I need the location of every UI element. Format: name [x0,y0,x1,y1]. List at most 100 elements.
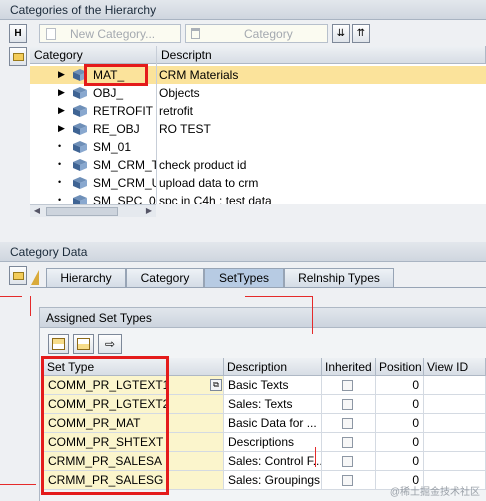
expand-arrow-icon[interactable]: ▶ [58,123,65,134]
annotation-line [315,447,316,467]
table-row[interactable]: COMM_PR_LGTEXT2 Sales: Texts 0 [44,395,486,414]
tree-category-code: SM_CRM_TE [93,158,156,172]
annotation-line [0,296,22,297]
position-column-header[interactable]: Position [376,358,424,376]
view-id-cell[interactable] [424,452,486,471]
tree-category-code: RE_OBJ [93,122,140,136]
position-cell[interactable]: 0 [376,433,424,452]
tab-settypes[interactable]: SetTypes [204,268,284,287]
tree-row-re-obj[interactable]: ▶ RE_OBJ RO TEST [30,120,486,138]
set-type-cell[interactable]: COMM_PR_SHTEXT [44,433,224,452]
category-node-icon [73,87,87,99]
assign-set-type-button[interactable] [48,334,69,354]
category-data-title: Category Data [0,242,486,262]
navigate-button[interactable]: ⇨ [98,334,122,354]
tree-horizontal-scrollbar[interactable]: ◀ ▶ [30,204,156,217]
inherited-checkbox[interactable] [342,399,353,410]
column-divider[interactable] [156,46,157,204]
scroll-right-icon[interactable]: ▶ [143,205,155,217]
tree-category-description: Objects [159,86,200,100]
new-category-button[interactable]: New Category... [39,24,181,43]
annotation-line [245,296,312,297]
scroll-left-icon[interactable]: ◀ [31,205,43,217]
tree-category-description: retrofit [159,104,194,118]
table-row[interactable]: COMM_PR_SHTEXT Descriptions 0 [44,433,486,452]
set-type-cell[interactable]: COMM_PR_MAT [44,414,224,433]
description-cell: Sales: Texts [224,395,322,414]
inherited-cell [322,376,376,395]
annotation-line [0,484,36,485]
tree-row-sm-spc[interactable]: • SM_SPC_00 spc in C4h : test data [30,192,486,204]
collapse-all-button[interactable]: ⇈ [352,24,370,43]
inherited-cell [322,433,376,452]
expand-arrow-icon[interactable]: ▶ [58,105,65,116]
tree-row-sm-crm-te[interactable]: • SM_CRM_TE check product id [30,156,486,174]
table-row[interactable]: CRMM_PR_SALESA Sales: Control F... 0 [44,452,486,471]
category-field-label: Category [244,26,293,41]
inherited-checkbox[interactable] [342,437,353,448]
tree-row-obj[interactable]: ▶ OBJ_ Objects [30,84,486,102]
description-column-header[interactable]: Descriptn [157,46,486,64]
tab-category[interactable]: Category [126,268,204,287]
category-node-icon [73,123,87,135]
tree-row-retrofit[interactable]: ▶ RETROFIT retrofit [30,102,486,120]
set-type-cell[interactable]: COMM_PR_LGTEXT2 [44,395,224,414]
folder-icon [12,52,24,61]
hierarchy-panel-title: Categories of the Hierarchy [0,0,486,20]
table-row[interactable]: COMM_PR_MAT Basic Data for ... 0 [44,414,486,433]
set-type-cell[interactable]: COMM_PR_LGTEXT1 [44,376,224,395]
tab-relnship-types[interactable]: Relnship Types [284,268,394,287]
view-id-cell[interactable] [424,414,486,433]
description-column-header[interactable]: Description [224,358,322,376]
tab-hierarchy[interactable]: Hierarchy [46,268,126,287]
position-cell[interactable]: 0 [376,414,424,433]
category-node-icon [73,195,87,204]
delete-category-button[interactable]: Category [185,24,328,43]
tree-category-code: SM_SPC_00 [93,194,156,204]
view-id-cell[interactable] [424,395,486,414]
new-category-label: New Category... [70,26,156,41]
tree-category-code: MAT_ [93,68,125,82]
expand-arrow-icon[interactable]: ▶ [58,69,65,80]
tree-row-mat[interactable]: ▶ MAT_ CRM Materials [30,66,486,84]
inherited-cell [322,395,376,414]
position-cell[interactable]: 0 [376,376,424,395]
inherited-checkbox[interactable] [342,475,353,486]
category-node-icon [73,177,87,189]
panel-splitter[interactable] [0,232,486,242]
inherited-column-header[interactable]: Inherited [322,358,376,376]
inherited-checkbox[interactable] [342,380,353,391]
set-type-column-header[interactable]: Set Type [44,358,224,376]
category-data-toggle-button[interactable] [9,266,27,285]
view-id-cell[interactable] [424,433,486,452]
annotation-line [312,296,313,334]
tree-row-sm-01[interactable]: • SM_01 [30,138,486,156]
hierarchy-icon: H [14,28,22,39]
inherited-checkbox[interactable] [342,418,353,429]
value-help-icon[interactable]: ⧉ [210,379,222,391]
view-id-column-header[interactable]: View ID [424,358,486,376]
tree-category-description: RO TEST [159,122,211,136]
tree-category-description: upload data to crm [159,176,259,190]
inherited-cell [322,414,376,433]
insert-row-icon [52,338,65,350]
inherited-checkbox[interactable] [342,456,353,467]
category-column-header[interactable]: Category [30,46,157,64]
position-cell[interactable]: 0 [376,452,424,471]
set-type-cell[interactable]: CRMM_PR_SALESA [44,452,224,471]
inherited-cell [322,452,376,471]
scrollbar-thumb[interactable] [46,207,118,216]
table-row[interactable]: COMM_PR_LGTEXT1 ⧉ Basic Texts 0 [44,376,486,395]
tab-scroll-left[interactable] [30,268,40,287]
category-view-button[interactable] [9,47,27,66]
expand-arrow-icon[interactable]: ▶ [58,87,65,98]
hierarchy-structure-button[interactable]: H [9,24,27,43]
set-type-cell[interactable]: CRMM_PR_SALESG [44,471,224,490]
expand-all-button[interactable]: ⇊ [332,24,350,43]
category-node-icon [73,141,87,153]
position-cell[interactable]: 0 [376,395,424,414]
tree-row-sm-crm-ui[interactable]: • SM_CRM_UI upload data to crm [30,174,486,192]
tree-category-code: RETROFIT [93,104,153,118]
unassign-set-type-button[interactable] [73,334,94,354]
view-id-cell[interactable] [424,376,486,395]
